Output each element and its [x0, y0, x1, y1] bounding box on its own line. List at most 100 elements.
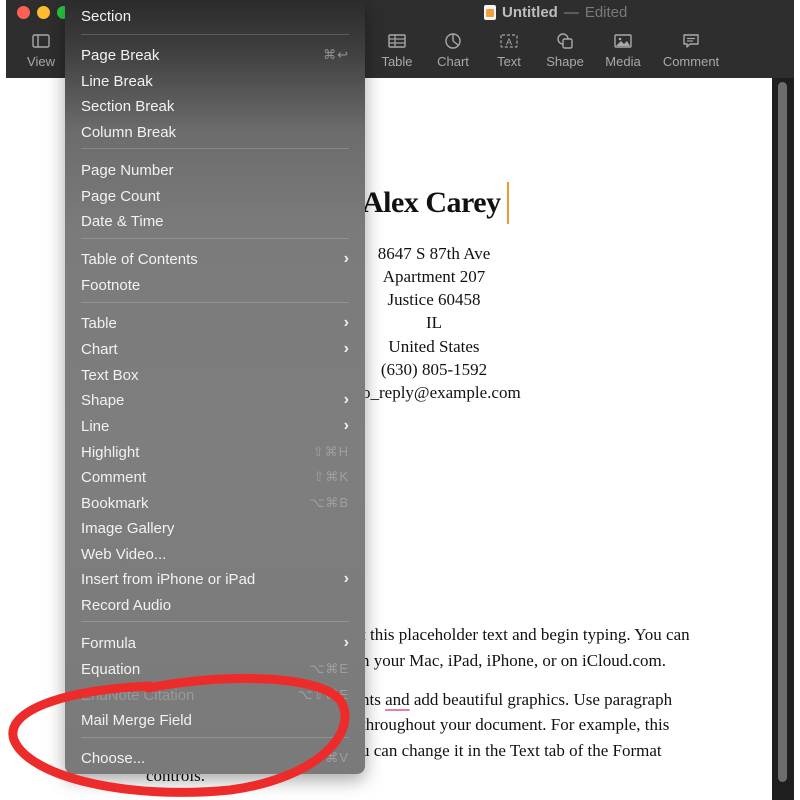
toolbar-shape-label: Shape: [546, 54, 584, 69]
toolbar-chart-button[interactable]: Chart: [431, 32, 475, 69]
scrollbar-thumb[interactable]: [778, 82, 787, 782]
menu-item-text-box[interactable]: Text Box: [81, 363, 349, 387]
body-text-line[interactable]: throughout your document. For example, t…: [361, 715, 669, 735]
menu-item-label: Chart: [81, 340, 118, 358]
toolbar-table-label: Table: [381, 54, 413, 69]
menu-item-endnote-citation: EndNote Citation ⌥⇧⌘E: [81, 683, 349, 707]
menu-item-label: Insert from iPhone or iPad: [81, 570, 256, 588]
keyboard-shortcut: ⌘↩: [323, 47, 349, 62]
keyboard-shortcut: ⇧⌘H: [312, 444, 349, 459]
menu-item-label: Equation: [81, 660, 141, 678]
menu-item-label: Date & Time: [81, 212, 164, 230]
menu-item-label: Web Video...: [81, 545, 167, 563]
window-title: Untitled — Edited: [484, 3, 627, 21]
menu-item-label: Footnote: [81, 276, 141, 294]
shape-icon: [557, 33, 573, 49]
menu-item-chart[interactable]: Chart ›: [81, 337, 349, 361]
title-separator: —: [563, 3, 579, 21]
menu-item-label: Section Break: [81, 97, 175, 115]
minimize-window-button[interactable]: [37, 6, 50, 19]
author-name-heading[interactable]: Alex Carey: [362, 186, 501, 220]
menu-item-insert-from-iphone-or-ipad[interactable]: Insert from iPhone or iPad ›: [81, 567, 349, 591]
text-cursor: [507, 182, 509, 224]
menu-item-formula[interactable]: Formula ›: [81, 631, 349, 655]
address-line[interactable]: Apartment 207: [346, 267, 522, 287]
menu-item-column-break[interactable]: Column Break: [81, 120, 349, 144]
text-box-icon: A: [500, 34, 518, 48]
menu-item-equation[interactable]: Equation ⌥⌘E: [81, 657, 349, 681]
vertical-scrollbar[interactable]: [772, 78, 794, 800]
menu-item-highlight[interactable]: Highlight ⇧⌘H: [81, 440, 349, 464]
menu-item-date-time[interactable]: Date & Time: [81, 209, 349, 233]
address-line[interactable]: IL: [346, 313, 522, 333]
address-email[interactable]: o_reply@example.com: [362, 383, 562, 403]
menu-separator: [81, 621, 349, 622]
toolbar-view-button[interactable]: View: [20, 32, 62, 69]
toolbar-shape-button[interactable]: Shape: [541, 32, 589, 69]
toolbar-comment-button[interactable]: Comment: [658, 32, 724, 69]
menu-separator: [81, 737, 349, 738]
body-text-fragment: add beautiful graphics. Use paragraph: [413, 690, 673, 709]
menu-item-label: Highlight: [81, 443, 140, 461]
menu-item-line[interactable]: Line ›: [81, 414, 349, 438]
menu-item-footnote[interactable]: Footnote: [81, 273, 349, 297]
chevron-right-icon: ›: [343, 417, 349, 434]
keyboard-shortcut: ⇧⌘K: [313, 469, 349, 484]
menu-separator: [81, 34, 349, 35]
toolbar-media-label: Media: [605, 54, 641, 69]
address-line[interactable]: United States: [346, 337, 522, 357]
menu-item-label: Line Break: [81, 72, 153, 90]
chevron-right-icon: ›: [343, 314, 349, 331]
menu-item-page-break[interactable]: Page Break ⌘↩: [81, 43, 349, 67]
menu-item-label: Record Audio: [81, 596, 172, 614]
spelling-flagged-word[interactable]: and: [385, 690, 410, 709]
menu-item-table-of-contents[interactable]: Table of Contents ›: [81, 247, 349, 271]
address-line[interactable]: (630) 805-1592: [346, 360, 522, 380]
menu-item-label: Table of Contents: [81, 250, 198, 268]
body-text-line[interactable]: nts and add beautiful graphics. Use para…: [361, 690, 672, 710]
body-text-line[interactable]: t this placeholder text and begin typing…: [361, 625, 690, 645]
sidebar-icon: [32, 34, 50, 48]
keyboard-shortcut: ⇧⌘V: [313, 750, 349, 765]
image-icon: [614, 34, 632, 48]
menu-item-record-audio[interactable]: Record Audio: [81, 593, 349, 617]
menu-item-label: Line: [81, 417, 110, 435]
menu-item-label: Choose...: [81, 749, 146, 767]
menu-item-page-number[interactable]: Page Number: [81, 158, 349, 182]
menu-item-label: Page Break: [81, 46, 160, 64]
menu-section-header: Section: [81, 4, 349, 28]
toolbar-text-button[interactable]: A Text: [488, 32, 530, 69]
body-text-line[interactable]: n your Mac, iPad, iPhone, or on iCloud.c…: [361, 651, 666, 671]
menu-item-image-gallery[interactable]: Image Gallery: [81, 516, 349, 540]
menu-item-section-break[interactable]: Section Break: [81, 94, 349, 118]
menu-item-label: Text Box: [81, 366, 139, 384]
address-line[interactable]: Justice 60458: [346, 290, 522, 310]
menu-item-table[interactable]: Table ›: [81, 311, 349, 335]
menu-item-comment[interactable]: Comment ⇧⌘K: [81, 465, 349, 489]
menu-item-page-count[interactable]: Page Count: [81, 184, 349, 208]
body-text-line[interactable]: u can change it in the Text tab of the F…: [361, 741, 662, 761]
keyboard-shortcut: ⌥⇧⌘E: [297, 687, 349, 702]
menu-item-shape[interactable]: Shape ›: [81, 388, 349, 412]
pages-document-icon: [484, 4, 496, 20]
pie-chart-icon: [445, 33, 461, 49]
keyboard-shortcut: ⌥⌘E: [309, 661, 349, 676]
close-window-button[interactable]: [17, 6, 30, 19]
address-line[interactable]: 8647 S 87th Ave: [346, 244, 522, 264]
menu-item-label: EndNote Citation: [81, 686, 195, 704]
toolbar-table-button[interactable]: Table: [376, 32, 418, 69]
comment-icon: [683, 34, 699, 48]
toolbar-text-label: Text: [497, 54, 521, 69]
menu-item-web-video[interactable]: Web Video...: [81, 542, 349, 566]
menu-item-line-break[interactable]: Line Break: [81, 69, 349, 93]
svg-text:A: A: [506, 37, 512, 47]
insert-menu: Section Page Break ⌘↩ Line Break Section Br…: [65, 0, 365, 774]
menu-item-choose[interactable]: Choose... ⇧⌘V: [81, 746, 349, 770]
chevron-right-icon: ›: [343, 250, 349, 267]
toolbar-media-button[interactable]: Media: [600, 32, 646, 69]
toolbar-chart-label: Chart: [437, 54, 469, 69]
menu-item-bookmark[interactable]: Bookmark ⌥⌘B: [81, 491, 349, 515]
chevron-right-icon: ›: [343, 711, 349, 728]
menu-item-mail-merge-field[interactable]: Mail Merge Field ›: [81, 708, 349, 732]
menu-separator: [81, 238, 349, 239]
